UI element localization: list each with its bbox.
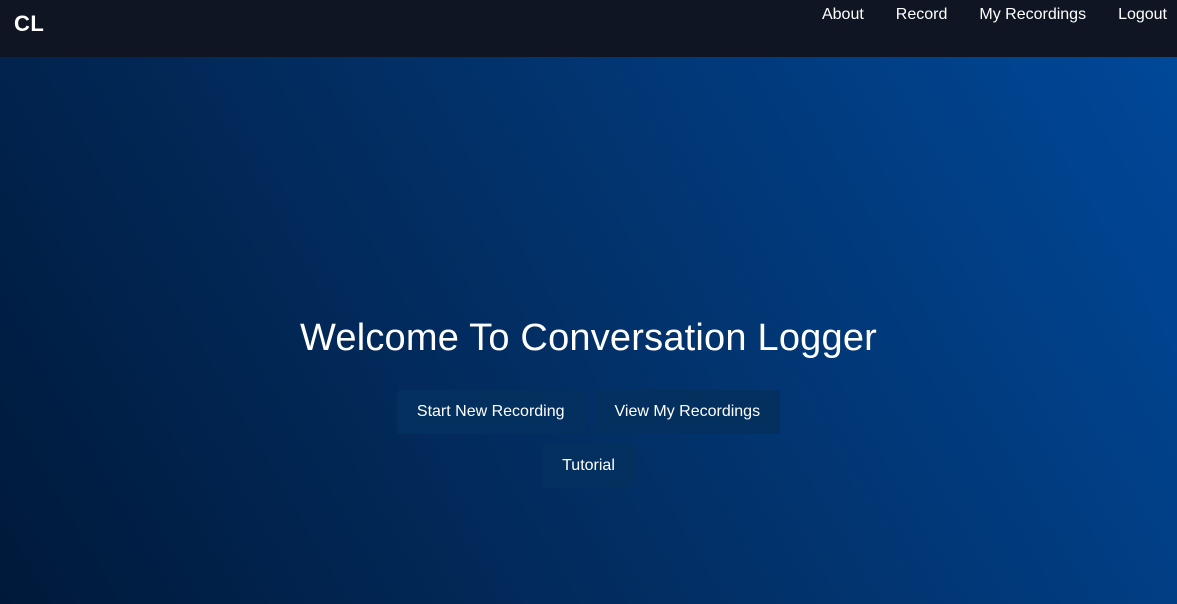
nav-link-my-recordings[interactable]: My Recordings xyxy=(979,5,1086,25)
nav-link-about[interactable]: About xyxy=(822,5,864,25)
top-navbar: CL About Record My Recordings Logout xyxy=(0,0,1177,57)
page-title: Welcome To Conversation Logger xyxy=(299,317,878,359)
tutorial-button[interactable]: Tutorial xyxy=(542,444,635,488)
nav-link-logout[interactable]: Logout xyxy=(1118,5,1167,25)
nav-link-record[interactable]: Record xyxy=(896,5,948,25)
hero-content: Welcome To Conversation Logger Start New… xyxy=(0,315,1177,488)
view-my-recordings-button[interactable]: View My Recordings xyxy=(594,390,781,434)
app-root: CL About Record My Recordings Logout Wel… xyxy=(0,0,1177,604)
brand-logo[interactable]: CL xyxy=(14,11,44,37)
secondary-actions: Tutorial xyxy=(0,444,1177,488)
hero-section: Welcome To Conversation Logger Start New… xyxy=(0,57,1177,604)
nav-links: About Record My Recordings Logout xyxy=(790,5,1167,25)
primary-actions: Start New Recording View My Recordings xyxy=(0,390,1177,434)
start-new-recording-button[interactable]: Start New Recording xyxy=(396,390,585,434)
